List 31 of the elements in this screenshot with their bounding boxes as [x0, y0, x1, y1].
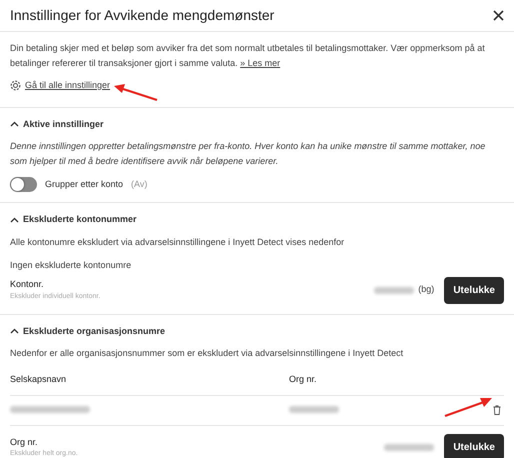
empty-message: Ingen ekskluderte kontonumre	[10, 258, 132, 272]
chevron-icon[interactable]	[10, 216, 19, 223]
toggle-label: Grupper etter konto	[45, 178, 124, 191]
exclude-button[interactable]: Utelukke	[444, 276, 504, 304]
account-type-suffix: (bg)	[418, 283, 434, 296]
trash-icon[interactable]	[493, 405, 501, 416]
dialog-title: Innstillinger for Avvikende mengdemønster	[10, 6, 274, 25]
intro-text: Din betaling skjer med et beløp som avviker fra det som normalt utbetales til betalingsmottaker. Vær oppmerksom på at betalinger refererer til transaksjoner gjort i samme valuta. » Les mer	[10, 42, 486, 70]
section-title[interactable]: Aktive innstillinger	[23, 118, 104, 131]
input-field[interactable]: (bg)	[372, 279, 436, 301]
section-title[interactable]: Ekskluderte kontonummer	[23, 213, 137, 226]
chevron-icon[interactable]	[10, 121, 19, 128]
section-description: Alle kontonumre ekskludert via advarselsinnstillingene i Inyett Detect vises nedenfor	[10, 236, 346, 249]
section-title[interactable]: Ekskluderte organisasjonsnumre	[23, 324, 166, 338]
chevron-icon[interactable]	[10, 328, 19, 334]
annotation-arrow	[112, 82, 158, 102]
settings-link[interactable]: Gå til alle innstillinger	[25, 79, 110, 92]
toggle-switch[interactable]	[10, 177, 37, 192]
column-header: Selskapsnavn	[10, 373, 68, 386]
column-header: Org nr.	[289, 373, 318, 386]
close-icon[interactable]	[493, 10, 504, 21]
blurred-text	[289, 406, 339, 412]
read-more-link[interactable]: » Les mer	[240, 58, 280, 68]
toggle-state: (Av)	[131, 178, 148, 191]
field-label: Org nr.	[10, 436, 39, 449]
section-description: Denne innstillingen oppretter betalingsmønstre per fra-konto. Hver konto kan ha unike mønstre til samme mottaker, noe som hjelper til med å bedre identifisere avvik når beløpene varierer.	[10, 140, 486, 168]
section-description: Nedenfor er alle organisasjonsnummer som er ekskludert via advarselsinnstillingene i Inyett Detect	[10, 347, 404, 360]
field-label: Kontonr.	[10, 278, 45, 291]
annotation-arrow	[444, 396, 494, 418]
exclude-button[interactable]: Utelukke	[444, 434, 504, 458]
gear-icon	[10, 80, 21, 92]
